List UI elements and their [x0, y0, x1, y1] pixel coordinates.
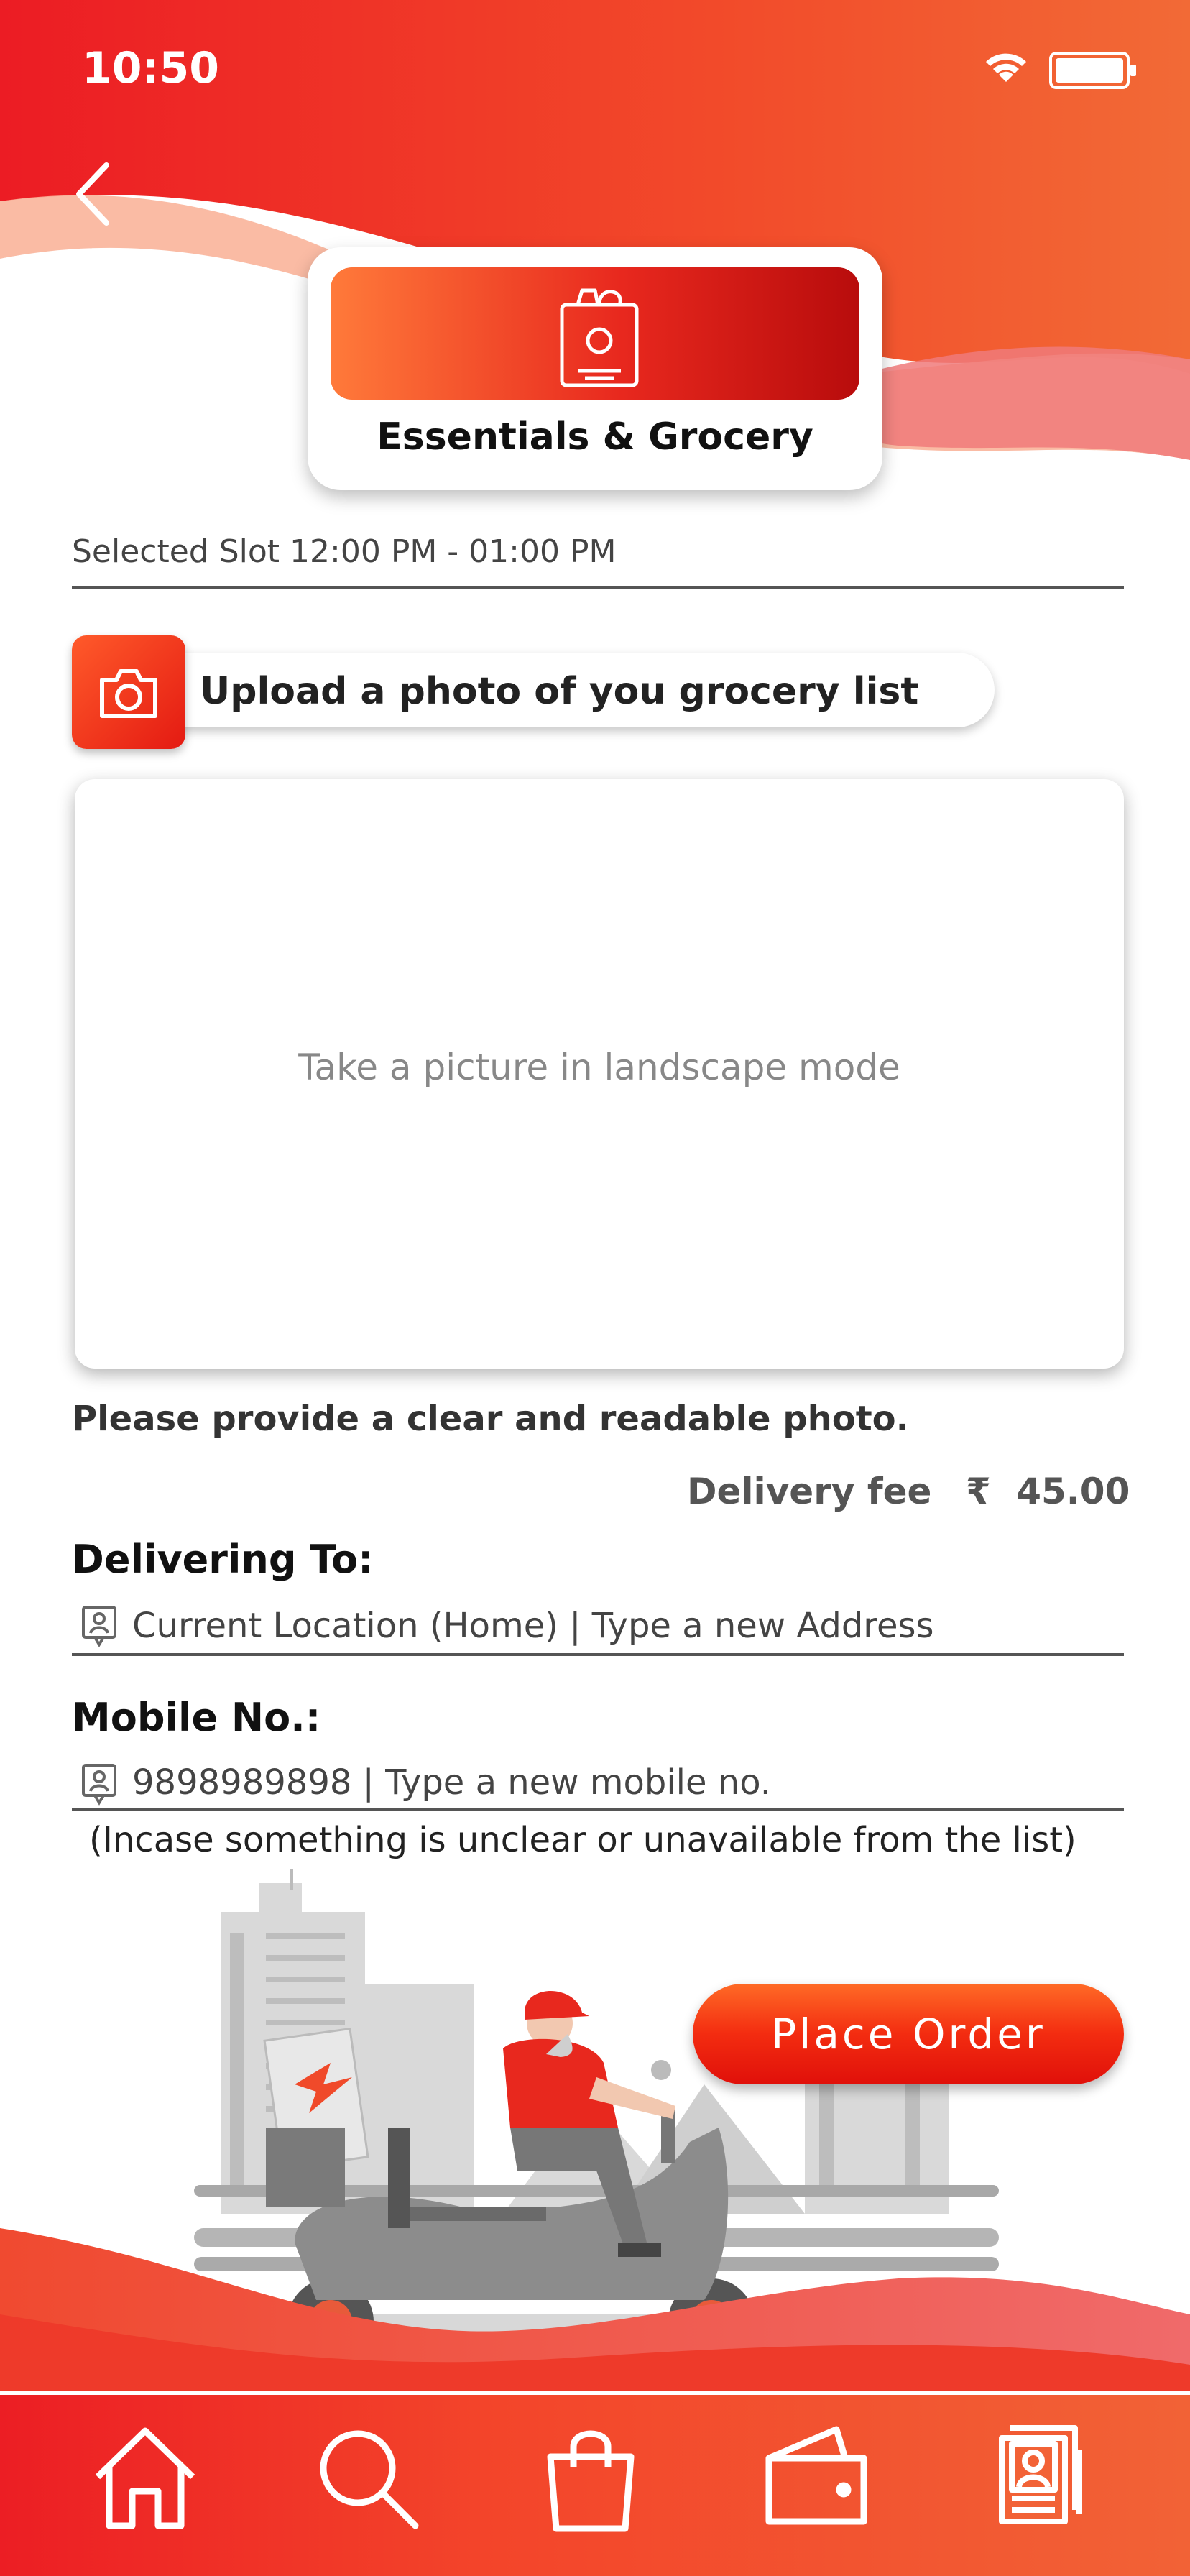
camera-icon [100, 669, 157, 718]
nav-divider [0, 2391, 1190, 2395]
upload-label: Upload a photo of you grocery list [200, 670, 919, 713]
grocery-bag-icon [560, 288, 639, 387]
delivering-to-label: Delivering To: [72, 1537, 374, 1582]
category-card: Essentials & Grocery [308, 247, 882, 490]
back-button[interactable] [69, 158, 119, 230]
contact-pin-icon [82, 1764, 116, 1806]
status-icons [984, 47, 1143, 93]
wifi-icon [986, 53, 1026, 82]
category-banner [331, 267, 859, 400]
camera-button[interactable] [72, 635, 185, 749]
mobile-label: Mobile No.: [72, 1695, 321, 1740]
slot-underline [72, 586, 1124, 589]
nav-wallet[interactable] [759, 2421, 874, 2536]
mobile-note: (Incase something is unclear or unavaila… [89, 1820, 1076, 1860]
delivery-fee-amount: 45.00 [1016, 1471, 1130, 1512]
status-time: 10:50 [82, 43, 219, 93]
category-title: Essentials & Grocery [377, 415, 813, 459]
selected-slot[interactable]: Selected Slot 12:00 PM - 01:00 PM [72, 533, 616, 570]
shopping-bag-icon [547, 2430, 635, 2532]
nav-profile[interactable] [982, 2421, 1097, 2536]
contact-pin-icon [82, 1606, 116, 1647]
chevron-left-icon [76, 162, 109, 226]
nav-bag[interactable] [533, 2421, 648, 2536]
currency-symbol: ₹ [966, 1471, 991, 1512]
upload-photo-button[interactable]: Upload a photo of you grocery list [129, 653, 995, 727]
delivery-fee-label: Delivery fee [687, 1471, 932, 1512]
photo-hint: Take a picture in landscape mode [298, 1046, 900, 1088]
bottom-navigation [0, 2391, 1190, 2576]
home-icon [95, 2427, 195, 2529]
mobile-underline [72, 1808, 1124, 1811]
search-icon [320, 2430, 419, 2529]
nav-search[interactable] [310, 2421, 425, 2536]
nav-home[interactable] [88, 2421, 203, 2536]
address-input[interactable]: Current Location (Home) | Type a new Add… [132, 1606, 934, 1646]
mobile-input[interactable]: 9898989898 | Type a new mobile no. [132, 1762, 771, 1803]
bottom-wave [0, 2228, 1190, 2415]
delivery-fee-value: ₹ 45.00 [966, 1471, 1130, 1512]
battery-icon [1049, 52, 1136, 89]
profile-card-icon [999, 2425, 1082, 2524]
place-order-button[interactable]: Place Order [693, 1984, 1124, 2084]
address-underline [72, 1653, 1124, 1656]
photo-helper-text: Please provide a clear and readable phot… [72, 1399, 909, 1439]
photo-capture-area[interactable]: Take a picture in landscape mode [75, 779, 1124, 1368]
wallet-icon [765, 2426, 867, 2525]
